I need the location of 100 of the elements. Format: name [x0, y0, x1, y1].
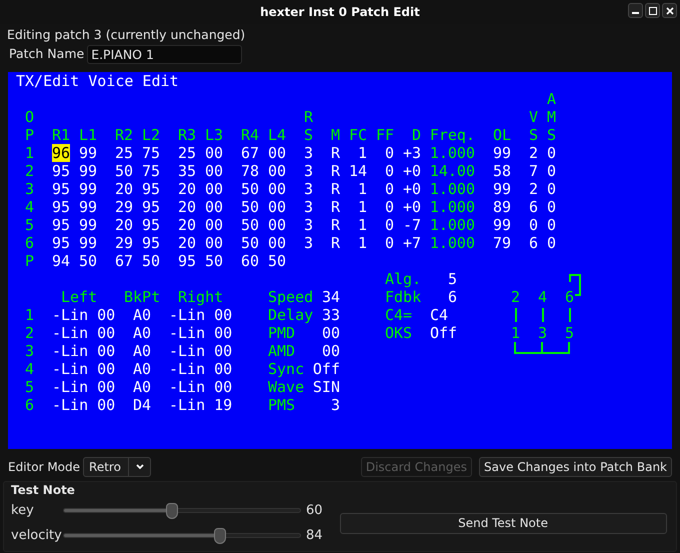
parameter-label: Fdbk	[385, 288, 422, 306]
parameter-value: Off	[312, 360, 340, 378]
save-button[interactable]: Save Changes into Patch Bank	[479, 457, 672, 477]
table-cell: -Lin 00	[52, 360, 116, 378]
column-header: Left	[61, 288, 98, 306]
maximize-icon[interactable]	[645, 3, 660, 18]
table-cell: 0	[546, 180, 556, 198]
table-cell: 50	[240, 216, 259, 234]
table-cell: 00	[268, 180, 286, 198]
table-cell: 99	[78, 216, 97, 234]
table-cell: 00	[204, 180, 223, 198]
close-icon[interactable]	[662, 3, 677, 18]
field-label: Editor Mode	[8, 459, 80, 476]
operator-number: 1	[511, 324, 520, 342]
table-cell: 1.000	[430, 216, 475, 234]
table-cell: 20	[178, 198, 196, 216]
operator-number: 4	[25, 360, 34, 378]
send-test-note-button[interactable]: Send Test Note	[340, 512, 667, 534]
slider[interactable]	[63, 526, 301, 544]
window-title: hexter Inst 0 Patch Edit	[260, 4, 420, 21]
table-cell: +7	[402, 234, 421, 252]
column-header: V	[528, 108, 538, 126]
slider-label: velocity	[11, 526, 63, 545]
table-cell: R	[330, 180, 340, 198]
table-cell: 2	[528, 180, 538, 198]
slider-thumb[interactable]	[214, 528, 226, 544]
table-cell: 20	[114, 216, 133, 234]
table-cell: 50	[268, 252, 286, 270]
table-cell: -7	[402, 216, 421, 234]
table-cell: -Lin 00	[52, 342, 116, 360]
table-cell: +0	[402, 162, 421, 180]
editor-title: TX/Edit Voice Edit	[16, 72, 179, 90]
parameter-value: 3	[330, 396, 340, 414]
column-header: OL	[492, 126, 511, 144]
minimize-icon[interactable]	[628, 3, 643, 18]
group-title: Test Note	[11, 483, 76, 498]
connector-line	[568, 308, 570, 322]
operator-number: 2	[511, 288, 520, 306]
operator-number: 1	[25, 306, 34, 324]
column-header: FF	[376, 126, 394, 144]
table-cell: 1	[358, 216, 367, 234]
table-cell: 94	[52, 252, 70, 270]
table-cell: 95	[142, 216, 160, 234]
table-cell: R	[330, 234, 340, 252]
slider-thumb[interactable]	[166, 502, 178, 518]
table-cell: 99	[492, 144, 511, 162]
table-cell: A0	[133, 360, 152, 378]
operator-number: 2	[24, 162, 34, 180]
column-header: M	[546, 108, 556, 126]
table-cell: 60	[240, 252, 259, 270]
operator-number: 4	[538, 288, 548, 306]
column-header: FC	[348, 126, 367, 144]
table-cell: 00	[204, 216, 223, 234]
parameter-label: Alg.	[385, 270, 422, 288]
table-cell: 29	[114, 198, 133, 216]
slider-label: key	[11, 502, 35, 520]
table-cell: 00	[204, 198, 223, 216]
parameter-value: C4	[430, 306, 448, 324]
table-cell: +3	[402, 144, 421, 162]
table-cell: 00	[204, 162, 223, 180]
column-header: S	[528, 126, 538, 144]
table-cell: 1.000	[430, 234, 475, 252]
column-header: S	[546, 126, 556, 144]
parameter-label: Wave	[268, 378, 304, 396]
column-header: R2	[114, 126, 133, 144]
table-cell: -Lin 00	[52, 396, 116, 414]
table-cell: 78	[240, 162, 259, 180]
row-label: P	[25, 252, 34, 270]
patch-name-field[interactable]: E.PIANO 1	[87, 45, 242, 64]
column-header: Freq.	[430, 126, 475, 144]
operator-number: 3	[538, 324, 548, 342]
table-cell: 3	[304, 180, 313, 198]
column-header: L2	[142, 126, 160, 144]
table-cell: 1	[358, 198, 367, 216]
table-cell: 95	[52, 180, 70, 198]
slider-value: 60	[306, 502, 323, 520]
column-header: M	[330, 126, 340, 144]
table-cell: 95	[52, 162, 70, 180]
table-cell: 20	[114, 180, 133, 198]
table-cell: 35	[178, 162, 196, 180]
table-cell: 58	[492, 162, 511, 180]
parameter-value: Off	[430, 324, 458, 342]
parameter-label: OKS	[385, 324, 412, 342]
table-cell: 0	[384, 216, 394, 234]
editor-mode-dropdown[interactable]: Retro	[83, 457, 152, 477]
table-cell: 6	[528, 234, 538, 252]
table-cell: 3	[304, 216, 313, 234]
table-cell: 20	[178, 180, 196, 198]
table-cell: 14	[348, 162, 367, 180]
table-cell: 95	[142, 180, 160, 198]
parameter-value: 00	[322, 342, 340, 360]
table-cell: 7	[528, 162, 538, 180]
operator-number: 5	[25, 378, 34, 396]
table-cell: 00	[204, 234, 223, 252]
table-cell: 00	[268, 216, 286, 234]
table-cell: 1	[358, 144, 367, 162]
slider[interactable]	[63, 502, 301, 520]
table-cell: 1	[358, 180, 367, 198]
table-cell: -Lin 00	[52, 306, 116, 324]
table-cell: 20	[178, 216, 196, 234]
